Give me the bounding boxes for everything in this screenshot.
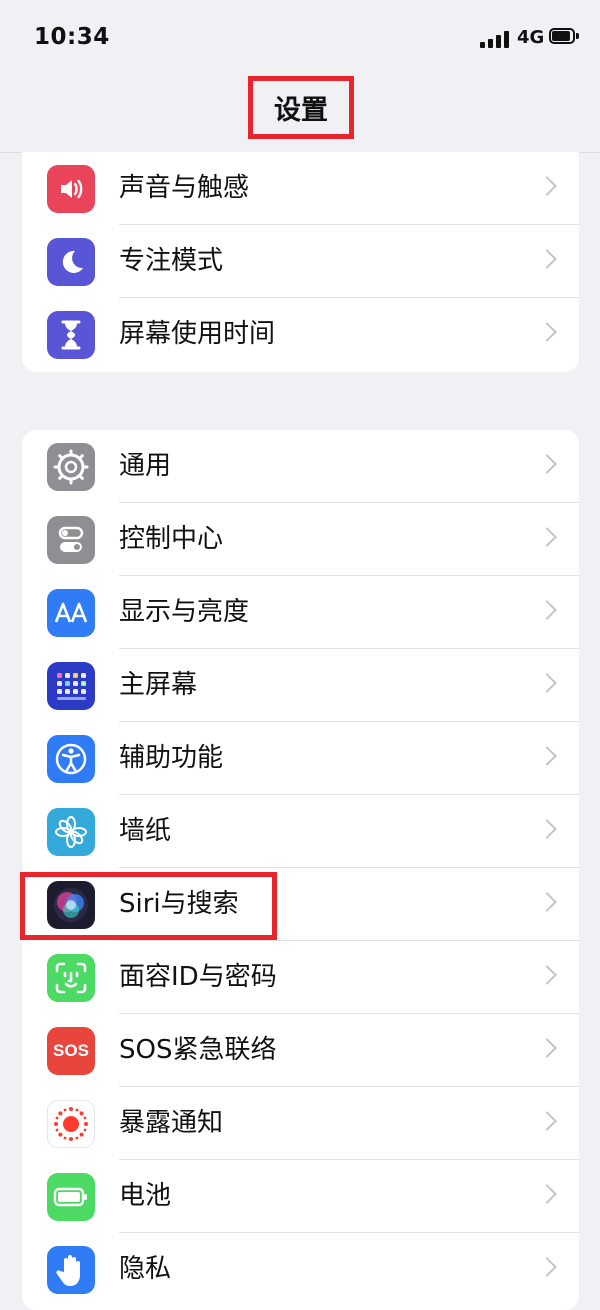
accessibility-icon	[47, 735, 95, 783]
settings-row-general[interactable]: 通用	[22, 430, 579, 503]
chevron-right-icon	[537, 600, 557, 620]
settings-row-label: 暴露通知	[119, 1108, 224, 1138]
chevron-right-icon	[537, 1257, 557, 1277]
settings-row-label: 主屏幕	[119, 670, 198, 700]
settings-row-label: Siri与搜索	[119, 889, 239, 919]
settings-row-label: 隐私	[119, 1254, 172, 1284]
speaker-icon	[47, 165, 95, 213]
status-time: 10:34	[34, 24, 110, 50]
settings-row-label: 专注模式	[119, 246, 224, 276]
home-grid-icon	[47, 662, 95, 710]
settings-row-focus[interactable]: 专注模式	[22, 225, 579, 298]
settings-row-screen-time[interactable]: 屏幕使用时间	[22, 298, 579, 371]
moon-icon	[47, 238, 95, 286]
settings-row-label: 显示与亮度	[119, 597, 250, 627]
chevron-right-icon	[537, 819, 557, 839]
chevron-right-icon	[537, 1038, 557, 1058]
battery-status-icon	[549, 28, 579, 46]
chevron-right-icon	[537, 1111, 557, 1131]
chevron-right-icon	[537, 176, 557, 196]
page-title-highlight: 设置	[248, 76, 354, 139]
settings-row-label: 面容ID与密码	[119, 962, 277, 992]
settings-row-siri[interactable]: Siri与搜索	[22, 868, 579, 941]
settings-row-label: SOS紧急联络	[119, 1035, 277, 1065]
settings-row-privacy[interactable]: 隐私	[22, 1233, 579, 1306]
network-type: 4G	[517, 27, 545, 48]
toggles-icon	[47, 516, 95, 564]
settings-row-display[interactable]: 显示与亮度	[22, 576, 579, 649]
settings-row-label: 通用	[119, 451, 172, 481]
chevron-right-icon	[537, 746, 557, 766]
battery-icon	[47, 1173, 95, 1221]
chevron-right-icon	[537, 454, 557, 474]
settings-row-label: 声音与触感	[119, 173, 250, 203]
exposure-icon	[47, 1100, 95, 1148]
settings-row-label: 辅助功能	[119, 743, 224, 773]
settings-row-sos[interactable]: SOS SOS紧急联络	[22, 1014, 579, 1087]
sos-icon: SOS	[47, 1027, 95, 1075]
settings-row-label: 控制中心	[119, 524, 224, 554]
settings-group-2: 通用 控制中心 显示与亮度 主屏幕 辅助功能 墙纸 Siri与搜索 面容ID与密…	[22, 430, 579, 1310]
hourglass-icon	[47, 311, 95, 359]
settings-row-face-id[interactable]: 面容ID与密码	[22, 941, 579, 1014]
settings-row-control-center[interactable]: 控制中心	[22, 503, 579, 576]
sos-icon-text: SOS	[53, 1041, 89, 1060]
settings-group-1: 声音与触感 专注模式 屏幕使用时间	[22, 152, 579, 372]
chevron-right-icon	[537, 1184, 557, 1204]
settings-row-home-screen[interactable]: 主屏幕	[22, 649, 579, 722]
status-bar: 10:34 4G	[0, 0, 600, 80]
settings-row-label: 墙纸	[119, 816, 172, 846]
settings-row-label: 屏幕使用时间	[119, 319, 276, 349]
settings-row-label: 电池	[119, 1181, 172, 1211]
settings-row-battery[interactable]: 电池	[22, 1160, 579, 1233]
flower-icon	[47, 808, 95, 856]
text-size-icon	[47, 589, 95, 637]
settings-row-sounds[interactable]: 声音与触感	[22, 152, 579, 225]
chevron-right-icon	[537, 965, 557, 985]
hand-icon	[47, 1246, 95, 1294]
signal-strength-icon	[480, 30, 512, 48]
settings-row-exposure[interactable]: 暴露通知	[22, 1087, 579, 1160]
chevron-right-icon	[537, 673, 557, 693]
chevron-right-icon	[537, 892, 557, 912]
gear-icon	[47, 443, 95, 491]
chevron-right-icon	[537, 249, 557, 269]
chevron-right-icon	[537, 322, 557, 342]
page-title: 设置	[274, 95, 328, 126]
settings-row-accessibility[interactable]: 辅助功能	[22, 722, 579, 795]
face-id-icon	[47, 954, 95, 1002]
chevron-right-icon	[537, 527, 557, 547]
settings-row-wallpaper[interactable]: 墙纸	[22, 795, 579, 868]
siri-icon	[47, 881, 95, 929]
